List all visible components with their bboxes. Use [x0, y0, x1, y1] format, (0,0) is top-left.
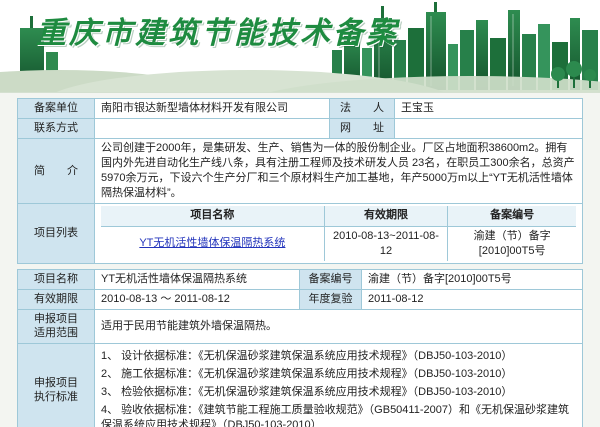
filing-number-value: 渝建（节）备字[2010]00T5号: [362, 269, 583, 289]
project-period-cell: 2010-08-13~2011-08-12: [324, 226, 448, 261]
project-list-row: 项目列表 项目名称 有效期限 备案编号 YT无机活性墙体保温隔热系统: [18, 204, 583, 264]
page: 重庆市建筑节能技术备案 备案单位 南阳市银达新型墙体材料开发有限公司 法 人 王…: [0, 0, 600, 427]
valid-period-label: 有效期限: [18, 289, 95, 309]
standards-value: 1、 设计依据标准：《无机保温砂浆建筑保温系统应用技术规程》（DBJ50-103…: [95, 343, 583, 427]
contact-label: 联系方式: [18, 119, 95, 139]
project-name-row: 项目名称 YT无机活性墙体保温隔热系统 备案编号 渝建（节）备字[2010]00…: [18, 269, 583, 289]
legal-person-label: 法 人: [330, 99, 395, 119]
project-detail-table: 项目名称 YT无机活性墙体保温隔热系统 备案编号 渝建（节）备字[2010]00…: [17, 269, 583, 427]
standard-item-4: 4、 验收依据标准：《建筑节能工程施工质量验收规范》（GB50411-2007）…: [101, 403, 576, 427]
intro-row: 简 介 公司创建于2000年，是集研发、生产、销售为一体的股份制企业。厂区占地面…: [18, 139, 583, 204]
page-title: 重庆市建筑节能技术备案: [36, 8, 399, 52]
project-name-value: YT无机活性墙体保温隔热系统: [95, 269, 300, 289]
standard-item-2: 2、 施工依据标准：《无机保温砂浆建筑保温系统应用技术规程》（DBJ50-103…: [101, 367, 576, 382]
contact-row: 联系方式 网 址: [18, 119, 583, 139]
filing-unit-row: 备案单位 南阳市银达新型墙体材料开发有限公司 法 人 王宝玉: [18, 99, 583, 119]
filing-number-label: 备案编号: [300, 269, 362, 289]
project-list-data-row: YT无机活性墙体保温隔热系统 2010-08-13~2011-08-12 渝建（…: [101, 226, 576, 261]
legal-person-value: 王宝玉: [395, 99, 583, 119]
project-list-header-row: 项目名称 有效期限 备案编号: [101, 206, 576, 226]
scope-value: 适用于民用节能建筑外墙保温隔热。: [95, 309, 583, 343]
project-list-label: 项目列表: [18, 204, 95, 264]
filing-unit-value: 南阳市银达新型墙体材料开发有限公司: [95, 99, 330, 119]
website-value: [395, 119, 583, 139]
scope-label: 申报项目适用范围: [18, 309, 95, 343]
scope-row: 申报项目适用范围 适用于民用节能建筑外墙保温隔热。: [18, 309, 583, 343]
filing-info-table: 备案单位 南阳市银达新型墙体材料开发有限公司 法 人 王宝玉 联系方式 网 址 …: [17, 98, 583, 264]
annual-review-label: 年度复验: [300, 289, 362, 309]
standards-label: 申报项目执行标准: [18, 343, 95, 427]
project-list-cell: 项目名称 有效期限 备案编号 YT无机活性墙体保温隔热系统 2010-08-13…: [95, 204, 583, 264]
banner: 重庆市建筑节能技术备案: [0, 0, 600, 93]
valid-period-value: 2010-08-13 ～ 2011-08-12: [95, 289, 300, 309]
project-list-table: 项目名称 有效期限 备案编号 YT无机活性墙体保温隔热系统 2010-08-13…: [101, 206, 576, 261]
project-name-link[interactable]: YT无机活性墙体保温隔热系统: [139, 237, 285, 249]
project-name-label: 项目名称: [18, 269, 95, 289]
col-valid-period: 有效期限: [324, 206, 448, 226]
filing-unit-label: 备案单位: [18, 99, 95, 119]
col-filing-number: 备案编号: [448, 206, 576, 226]
intro-value: 公司创建于2000年，是集研发、生产、销售为一体的股份制企业。厂区占地面积386…: [95, 139, 583, 204]
contact-value: [95, 119, 330, 139]
col-project-name: 项目名称: [101, 206, 324, 226]
intro-label: 简 介: [18, 139, 95, 204]
standard-item-1: 1、 设计依据标准：《无机保温砂浆建筑保温系统应用技术规程》（DBJ50-103…: [101, 349, 576, 364]
website-label: 网 址: [330, 119, 395, 139]
valid-period-row: 有效期限 2010-08-13 ～ 2011-08-12 年度复验 2011-0…: [18, 289, 583, 309]
project-name-cell: YT无机活性墙体保温隔热系统: [101, 226, 324, 261]
content: 备案单位 南阳市银达新型墙体材料开发有限公司 法 人 王宝玉 联系方式 网 址 …: [0, 93, 600, 427]
project-number-cell: 渝建（节）备字[2010]00T5号: [448, 226, 576, 261]
annual-review-value: 2011-08-12: [362, 289, 583, 309]
standard-item-3: 3、 检验依据标准：《无机保温砂浆建筑保温系统应用技术规程》（DBJ50-103…: [101, 385, 576, 400]
standards-row: 申报项目执行标准 1、 设计依据标准：《无机保温砂浆建筑保温系统应用技术规程》（…: [18, 343, 583, 427]
